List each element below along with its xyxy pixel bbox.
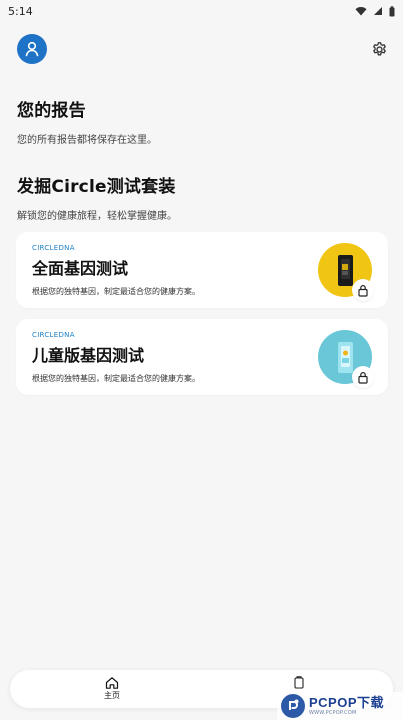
lock-icon bbox=[352, 279, 374, 301]
product-card-full-genome[interactable]: CIRCLEDNA 全面基因测试 根据您的独特基因，制定最适合您的健康方案。 bbox=[16, 232, 388, 308]
status-icons bbox=[355, 5, 395, 17]
nav-home-label: 主页 bbox=[104, 691, 120, 700]
product-image-kids-genome bbox=[318, 330, 374, 388]
kit-icon bbox=[294, 676, 304, 689]
product-card-kids-genome[interactable]: CIRCLEDNA 儿童版基因测试 根据您的独特基因，制定最适合您的健康方案。 bbox=[16, 319, 388, 395]
wifi-icon bbox=[355, 6, 367, 16]
card-description: 根据您的独特基因，制定最适合您的健康方案。 bbox=[32, 374, 200, 383]
watermark-logo bbox=[281, 694, 305, 718]
gear-icon bbox=[372, 41, 386, 55]
reports-title: 您的报告 bbox=[17, 101, 86, 121]
discover-title: 发掘Circle测试套装 bbox=[17, 177, 176, 197]
card-title: 儿童版基因测试 bbox=[32, 346, 145, 365]
lock-icon bbox=[352, 366, 374, 388]
top-bar bbox=[0, 34, 403, 64]
watermark-sub: WWW.PCPOP.COM bbox=[309, 710, 357, 716]
home-icon bbox=[105, 676, 119, 689]
card-title: 全面基因测试 bbox=[32, 259, 129, 278]
user-icon bbox=[25, 41, 39, 57]
nav-kit[interactable] bbox=[291, 675, 307, 691]
status-time: 5:14 bbox=[8, 4, 33, 18]
watermark: PCPOP下载 WWW.PCPOP.COM bbox=[277, 692, 403, 720]
battery-icon bbox=[389, 5, 395, 17]
nav-home[interactable]: 主页 bbox=[102, 675, 122, 701]
product-image-full-genome bbox=[318, 243, 374, 301]
status-bar: 5:14 bbox=[0, 0, 403, 22]
discover-description: 解锁您的健康旅程，轻松掌握健康。 bbox=[17, 211, 177, 222]
card-brand: CIRCLEDNA bbox=[32, 244, 75, 252]
card-description: 根据您的独特基因，制定最适合您的健康方案。 bbox=[32, 287, 200, 296]
reports-description: 您的所有报告都将保存在这里。 bbox=[17, 135, 157, 146]
watermark-brand: PCPOP下载 bbox=[309, 695, 385, 710]
card-brand: CIRCLEDNA bbox=[32, 331, 75, 339]
settings-button[interactable] bbox=[369, 39, 389, 59]
avatar[interactable] bbox=[17, 34, 47, 64]
watermark-text-group: PCPOP下载 WWW.PCPOP.COM bbox=[309, 696, 384, 716]
signal-icon bbox=[373, 6, 383, 16]
